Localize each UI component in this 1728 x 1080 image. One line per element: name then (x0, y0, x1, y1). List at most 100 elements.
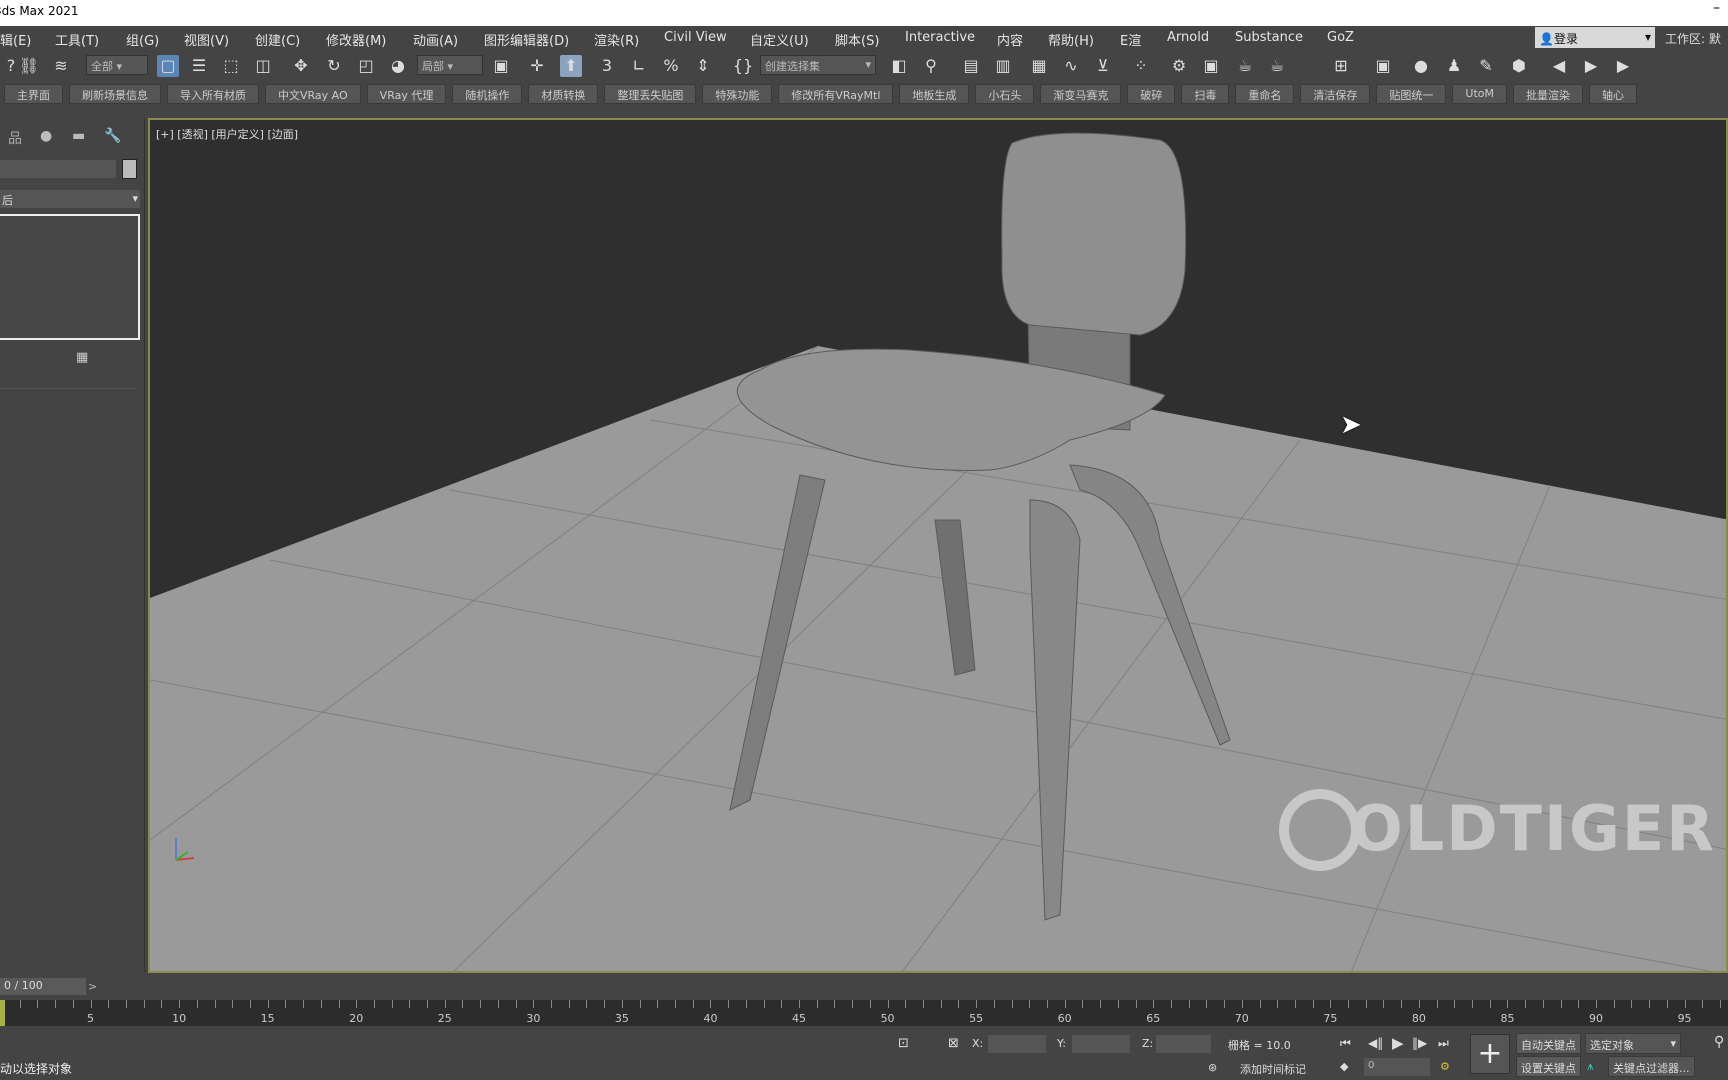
modifier-list-dropdown[interactable]: 后 ▾ (0, 190, 140, 208)
x-coordinate-field[interactable] (988, 1035, 1046, 1053)
pivot-center-icon[interactable]: ▣ (490, 55, 512, 77)
select-by-name-icon[interactable]: ☰ (188, 55, 210, 77)
percent-snap-icon[interactable]: % (660, 55, 682, 77)
quick-button[interactable]: 中文VRay AO (265, 84, 361, 104)
menu-views[interactable]: 视图(V) (184, 30, 229, 49)
rotate-icon[interactable]: ↻ (323, 55, 345, 77)
perspective-viewport[interactable]: [+] [透视] [用户定义] [边面] OLDTIGER ➤ (148, 118, 1728, 973)
menu-goz[interactable]: GoZ (1327, 30, 1354, 45)
placement-icon[interactable]: ◕ (387, 55, 409, 77)
scene-explorer-icon[interactable]: ▤ (960, 55, 982, 77)
snaps-toggle-icon[interactable]: 3 (596, 55, 618, 77)
zoom-icon[interactable]: ⚲ (1714, 1034, 1724, 1050)
menu-create[interactable]: 创建(C) (255, 30, 300, 49)
selection-filter-dropdown[interactable]: 全部 ▾ (86, 55, 148, 75)
time-slider[interactable]: 0 / 100 (0, 978, 86, 995)
quick-button[interactable]: 重命名 (1235, 84, 1295, 104)
quick-button[interactable]: 地板生成 (899, 84, 970, 104)
quick-button[interactable]: 主界面 (4, 84, 63, 104)
vray-brush-icon[interactable]: ✎ (1475, 55, 1497, 77)
quick-button[interactable]: 小石头 (975, 84, 1035, 104)
set-key-button[interactable]: 设置关键点 (1516, 1056, 1581, 1077)
modifier-stack[interactable] (0, 214, 140, 340)
rendered-frame-window-icon[interactable]: ▣ (1200, 55, 1222, 77)
menu-civil-view[interactable]: Civil View (664, 30, 727, 45)
quick-button[interactable]: 整理丢失贴图 (604, 84, 697, 104)
menu-arnold[interactable]: Arnold (1167, 30, 1209, 45)
vray-sphere-icon[interactable]: ⬢ (1508, 55, 1530, 77)
named-selection-dropdown[interactable]: 创建选择集 ▾ (760, 55, 876, 75)
align-icon[interactable]: ⚲ (920, 55, 942, 77)
login-dropdown[interactable]: 👤登录 ▾ (1535, 27, 1655, 48)
hierarchy-tab-icon[interactable]: 品 (8, 128, 22, 148)
ribbon-icon[interactable]: ▦ (1028, 55, 1050, 77)
add-time-tag[interactable]: 添加时间标记 (1240, 1061, 1306, 1077)
next-icon[interactable]: ▶ (1612, 55, 1634, 77)
mirror-icon[interactable]: ◧ (888, 55, 910, 77)
quick-button[interactable]: 破碎 (1127, 84, 1176, 104)
layer-explorer-icon[interactable]: ▥ (992, 55, 1014, 77)
quick-button[interactable]: 贴图统一 (1376, 84, 1447, 104)
workspace-selector[interactable]: 工作区: 默 (1665, 30, 1721, 47)
spinner-snap-icon[interactable]: ⇕ (692, 55, 714, 77)
selection-lock-icon[interactable]: ⊡ (898, 1036, 909, 1051)
rect-selection-icon[interactable]: ⬚ (220, 55, 242, 77)
keyboard-shortcut-override-icon[interactable]: ⬆ (560, 55, 582, 77)
key-mode-icon[interactable]: ◆ (1340, 1060, 1348, 1073)
auto-key-button[interactable]: 自动关键点 (1516, 1033, 1581, 1054)
menu-rendering[interactable]: 渲染(R) (594, 30, 639, 49)
select-object-icon[interactable]: ▢ (157, 55, 179, 77)
bind-space-warp-icon[interactable]: ≋ (50, 55, 72, 77)
quick-button[interactable]: 轴心 (1589, 84, 1637, 104)
scale-icon[interactable]: ◰ (355, 55, 377, 77)
menu-edit[interactable]: 辑(E) (0, 30, 31, 49)
quick-button[interactable]: 修改所有VRayMtl (778, 84, 894, 104)
quick-button[interactable]: 导入所有材质 (167, 84, 259, 104)
quick-button[interactable]: 材质转换 (528, 84, 599, 104)
angle-snap-icon[interactable]: ∟ (628, 55, 650, 77)
viewport-layout-icon[interactable]: ⊞ (1330, 55, 1352, 77)
display-tab-icon[interactable]: ▬ (72, 128, 85, 144)
object-color-swatch[interactable] (122, 159, 137, 179)
vray-light-icon[interactable]: ● (1410, 55, 1432, 77)
schematic-view-icon[interactable]: ⊻ (1092, 55, 1114, 77)
select-manipulate-icon[interactable]: ✛ (526, 55, 548, 77)
go-to-end-icon[interactable]: ⏭ (1438, 1036, 1449, 1051)
play-render-icon[interactable]: ▶ (1580, 55, 1602, 77)
time-config-icon[interactable]: ⚙ (1440, 1060, 1450, 1073)
vray-frame-buffer-icon[interactable]: ▣ (1372, 55, 1394, 77)
menu-modifiers[interactable]: 修改器(M) (326, 30, 386, 49)
absolute-mode-icon[interactable]: ⊠ (948, 1036, 959, 1051)
menu-interactive[interactable]: Interactive (905, 30, 975, 45)
current-frame-field[interactable]: 0 (1364, 1058, 1430, 1076)
minimize-button[interactable]: – (1713, 0, 1720, 16)
quick-button[interactable]: VRay 代理 (366, 84, 447, 104)
menu-content[interactable]: 内容 (997, 30, 1023, 49)
unlink-icon[interactable]: ⛓ (18, 55, 40, 77)
quick-button[interactable]: 扫毒 (1181, 84, 1230, 104)
menu-animation[interactable]: 动画(A) (413, 30, 458, 49)
quick-button[interactable]: 渐变马赛克 (1040, 84, 1122, 104)
edit-named-selection-icon[interactable]: {} (732, 55, 754, 77)
menu-customize[interactable]: 自定义(U) (750, 30, 809, 49)
next-frame-arrow-icon[interactable]: > (88, 980, 97, 993)
key-filters-button[interactable]: 关键点过滤器... (1608, 1056, 1695, 1077)
menu-tools[interactable]: 工具(T) (55, 30, 99, 49)
reference-coord-dropdown[interactable]: 局部 ▾ (417, 55, 483, 75)
play-icon[interactable]: ▶ (1392, 1034, 1404, 1052)
vray-fur-icon[interactable]: ♟ (1443, 55, 1465, 77)
next-frame-icon[interactable]: ‖▶ (1412, 1036, 1427, 1050)
quick-button[interactable]: 随机操作 (452, 84, 523, 104)
menu-scripting[interactable]: 脚本(S) (835, 30, 879, 49)
render-setup-icon[interactable]: ⚙ (1168, 55, 1190, 77)
time-slider-thumb[interactable] (0, 1000, 5, 1026)
object-name-input[interactable] (0, 160, 116, 178)
y-coordinate-field[interactable] (1072, 1035, 1130, 1053)
z-coordinate-field[interactable] (1156, 1035, 1211, 1053)
menu-group[interactable]: 组(G) (126, 30, 159, 49)
key-selection-dropdown[interactable]: 选定对象 ▾ (1585, 1033, 1681, 1054)
menu-graph-editors[interactable]: 图形编辑器(D) (484, 30, 569, 49)
menu-erender[interactable]: E渲 (1120, 30, 1141, 49)
window-crossing-icon[interactable]: ◫ (252, 55, 274, 77)
menu-substance[interactable]: Substance (1235, 30, 1303, 45)
